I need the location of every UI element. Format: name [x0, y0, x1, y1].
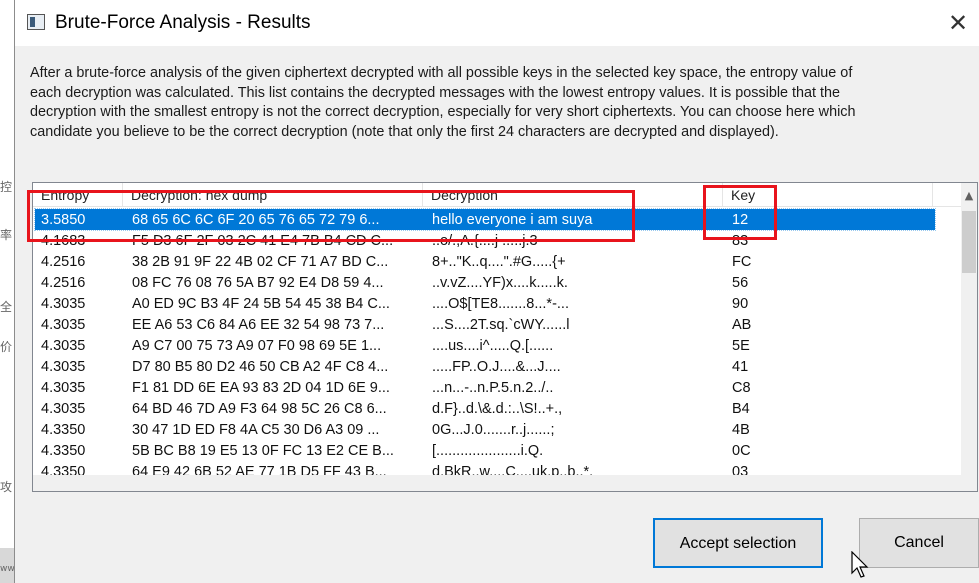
cell-entropy: 4.3350	[41, 422, 86, 438]
cell-decryption: 8+.."K..q....".#G.....{+	[432, 254, 566, 270]
cell-entropy: 4.3035	[41, 359, 86, 375]
cell-key: 4B	[732, 422, 750, 438]
cell-decryption: ..v.vZ....YF)x....k.....k.	[432, 275, 568, 291]
cell-hex-dump: 08 FC 76 08 76 5A B7 92 E4 D8 59 4...	[132, 275, 384, 291]
cell-hex-dump: A0 ED 9C B3 4F 24 5B 54 45 38 B4 C...	[132, 296, 390, 312]
cell-entropy: 4.3035	[41, 338, 86, 354]
horizontal-scrollbar[interactable]	[33, 475, 977, 491]
table-row[interactable]: 4.3350 30 47 1D ED F8 4A C5 30 D6 A3 09 .…	[35, 419, 935, 440]
background-glyph: ww	[0, 564, 15, 574]
table-row[interactable]: 4.2516 38 2B 91 9F 22 4B 02 CF 71 A7 BD C…	[35, 251, 935, 272]
cell-decryption: ....O$[TE8.......8...*-...	[432, 296, 569, 312]
cell-decryption: ...S....2T.sq.`cWY......l	[432, 317, 570, 333]
cell-entropy: 4.2516	[41, 275, 86, 291]
cell-hex-dump: F1 81 DD 6E EA 93 83 2D 04 1D 6E 9...	[132, 380, 390, 396]
cancel-button[interactable]: Cancel	[859, 518, 979, 568]
cell-key: B4	[732, 401, 750, 417]
cell-hex-dump: 30 47 1D ED F8 4A C5 30 D6 A3 09 ...	[132, 422, 380, 438]
cell-key: 0C	[732, 443, 751, 459]
table-row[interactable]: 4.3350 5B BC B8 19 E5 13 0F FC 13 E2 CE B…	[35, 440, 935, 461]
cell-key: AB	[732, 317, 752, 333]
background-glyph: 控	[0, 180, 13, 194]
table-row[interactable]: 4.3035 64 BD 46 7D A9 F3 64 98 5C 26 C8 6…	[35, 398, 935, 419]
description-line: candidate you believe to be the correct …	[30, 123, 779, 140]
cell-hex-dump: D7 80 B5 80 D2 46 50 CB A2 4F C8 4...	[132, 359, 389, 375]
scroll-up-icon[interactable]: ▲	[961, 187, 977, 204]
cell-hex-dump: 38 2B 91 9F 22 4B 02 CF 71 A7 BD C...	[132, 254, 389, 270]
cell-entropy: 4.3035	[41, 401, 86, 417]
scroll-thumb[interactable]	[962, 211, 976, 273]
accept-selection-button[interactable]: Accept selection	[653, 518, 823, 568]
background-glyph: 攻	[0, 480, 13, 494]
table-row[interactable]: 4.3035 A0 ED 9C B3 4F 24 5B 54 45 38 B4 C…	[35, 293, 935, 314]
description-text: After a brute-force analysis of the give…	[30, 64, 976, 142]
cell-key: 56	[732, 275, 749, 291]
background-glyph: 率	[0, 228, 13, 242]
background-glyph: 全	[0, 300, 13, 314]
cell-decryption: [.....................i.Q.	[432, 443, 544, 459]
table-row[interactable]: 4.3035 F1 81 DD 6E EA 93 83 2D 04 1D 6E 9…	[35, 377, 935, 398]
background-taskbar: ww	[0, 548, 15, 583]
cell-key: 90	[732, 296, 749, 312]
cell-entropy: 4.3035	[41, 296, 86, 312]
title-bar[interactable]: Brute-Force Analysis - Results ✕	[15, 0, 979, 46]
highlight-box-key	[703, 185, 777, 240]
cell-hex-dump: EE A6 53 C6 84 A6 EE 32 54 98 73 7...	[132, 317, 385, 333]
cell-key: C8	[732, 380, 751, 396]
cell-key: 41	[732, 359, 749, 375]
table-row[interactable]: 4.3035 A9 C7 00 75 73 A9 07 F0 98 69 5E 1…	[35, 335, 935, 356]
cell-decryption: ....us....i^.....Q.[......	[432, 338, 554, 354]
app-window-icon	[27, 14, 45, 30]
cell-hex-dump: 64 BD 46 7D A9 F3 64 98 5C 26 C8 6...	[132, 401, 387, 417]
brute-force-results-dialog: Brute-Force Analysis - Results ✕ After a…	[14, 0, 979, 583]
background-glyph: 价	[0, 340, 13, 354]
cell-entropy: 4.3350	[41, 443, 86, 459]
table-row[interactable]: 4.2516 08 FC 76 08 76 5A B7 92 E4 D8 59 4…	[35, 272, 935, 293]
description-line: decryption with the smallest entropy is …	[30, 104, 856, 120]
cell-key: FC	[732, 254, 752, 270]
close-icon[interactable]: ✕	[943, 8, 973, 38]
cell-entropy: 4.3035	[41, 380, 86, 396]
cell-decryption: d.F}..d.\&.d.:..\S!..+.,	[432, 401, 563, 417]
cell-decryption: ...n...-..n.P.5.n.2../..	[432, 380, 554, 396]
background-page: 控 率 全 价 攻 ww	[0, 0, 15, 583]
cell-hex-dump: 5B BC B8 19 E5 13 0F FC 13 E2 CE B...	[132, 443, 394, 459]
cell-decryption: 0G...J.0.......r..j......;	[432, 422, 555, 438]
table-row[interactable]: 4.3035 D7 80 B5 80 D2 46 50 CB A2 4F C8 4…	[35, 356, 935, 377]
cell-entropy: 4.3035	[41, 317, 86, 333]
highlight-box-decryption	[27, 190, 635, 242]
window-title: Brute-Force Analysis - Results	[55, 12, 311, 33]
mouse-pointer-icon	[851, 551, 869, 578]
description-line: each decryption was calculated. This lis…	[30, 84, 841, 101]
table-row[interactable]: 4.3035 EE A6 53 C6 84 A6 EE 32 54 98 73 7…	[35, 314, 935, 335]
cell-key: 5E	[732, 338, 750, 354]
cell-hex-dump: A9 C7 00 75 73 A9 07 F0 98 69 5E 1...	[132, 338, 382, 354]
description-line: After a brute-force analysis of the give…	[30, 65, 853, 81]
vertical-scrollbar[interactable]: ▲ ▼	[961, 183, 977, 486]
cell-entropy: 4.2516	[41, 254, 86, 270]
cell-decryption: .....FP..O.J....&...J....	[432, 359, 561, 375]
